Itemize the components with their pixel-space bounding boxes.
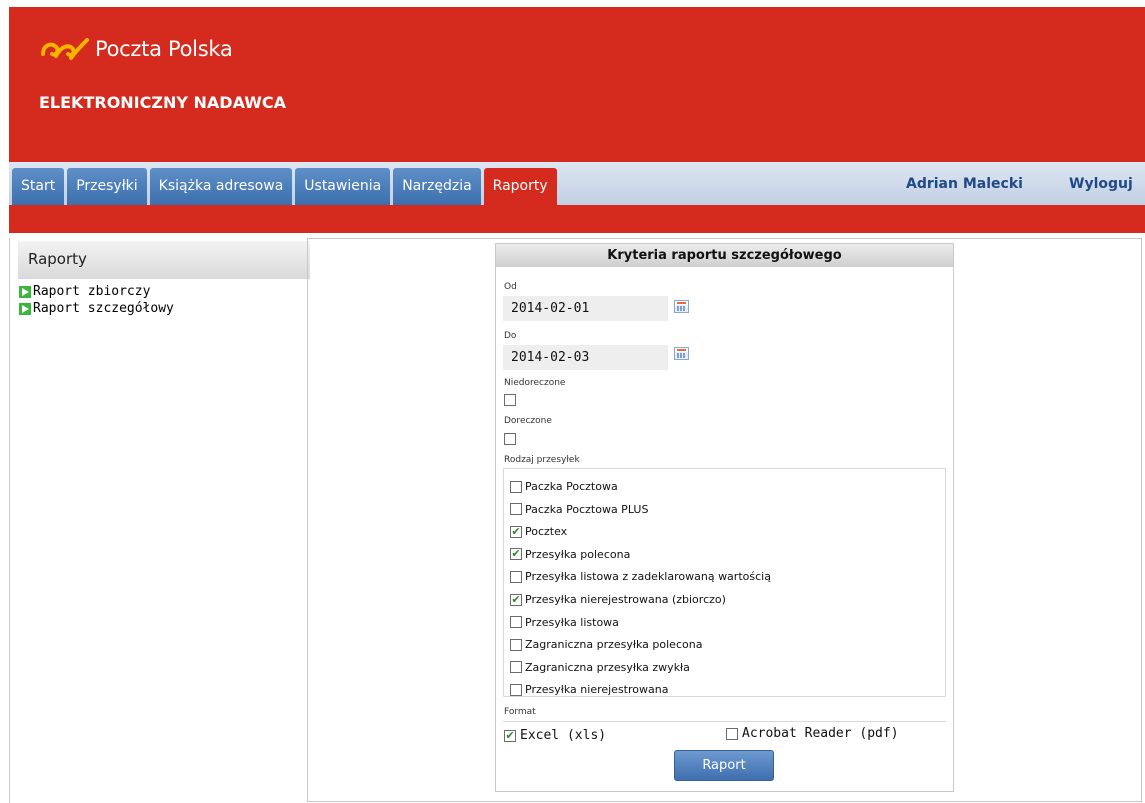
shipment-type-checkbox[interactable]	[510, 480, 522, 493]
green-arrow-icon	[19, 302, 31, 315]
calendar-icon[interactable]	[674, 300, 689, 313]
shipment-type-label: Paczka Pocztowa	[525, 480, 618, 493]
shipment-type-checkbox[interactable]	[510, 503, 522, 516]
undelivered-checkbox[interactable]	[504, 394, 516, 406]
report-criteria-form: Kryteria raportu szczegółowego Od 2014-0…	[495, 243, 954, 792]
shipment-type-checkbox[interactable]: ✔	[510, 548, 522, 561]
tab-ustawienia[interactable]: Ustawienia	[295, 168, 391, 205]
post-horn-logo-icon	[41, 38, 89, 60]
tab-książka-adresowa[interactable]: Książka adresowa	[149, 168, 293, 205]
shipment-type-checkbox[interactable]	[510, 661, 522, 674]
format-divider	[503, 721, 946, 722]
shipment-type-label: Zagraniczna przesyłka zwykła	[525, 660, 690, 674]
shipment-type-checkbox[interactable]	[510, 683, 522, 696]
sidebar-item-raport-zbiorczy[interactable]: Raport zbiorczy	[19, 284, 150, 299]
shipment-type-option[interactable]: Przesyłka nierejestrowana	[510, 683, 668, 696]
sidebar-item-raport-szczegolowy[interactable]: Raport szczegółowy	[19, 301, 174, 316]
format-excel-checkbox[interactable]: ✔	[504, 729, 516, 742]
date-from-input[interactable]: 2014-02-01	[503, 296, 668, 321]
generate-report-button[interactable]: Raport	[674, 750, 774, 781]
shipment-type-label: Przesyłka nierejestrowana (zbiorczo)	[525, 593, 726, 606]
shipment-type-option[interactable]: ✔ Przesyłka polecona	[510, 548, 630, 561]
form-title: Kryteria raportu szczegółowego	[496, 244, 953, 267]
shipment-type-option[interactable]: Paczka Pocztowa	[510, 480, 618, 493]
shipment-type-checkbox[interactable]: ✔	[510, 593, 522, 606]
to-label: Do	[504, 331, 517, 341]
shipment-type-checkbox[interactable]	[510, 638, 522, 651]
shipment-type-label: Przesyłka listowa z zadeklarowaną wartoś…	[525, 570, 771, 584]
format-pdf-label: Acrobat Reader (pdf)	[742, 726, 899, 741]
format-excel-option[interactable]: ✔ Excel (xls)	[504, 728, 606, 743]
sidebar-title: Raporty	[28, 250, 87, 268]
brand-name: Poczta Polska	[95, 37, 233, 61]
shipment-type-label: Pocztex	[525, 525, 568, 539]
shipment-type-option[interactable]: Przesyłka listowa	[510, 616, 619, 629]
tab-narzędzia[interactable]: Narzędzia	[393, 168, 481, 205]
format-label: Format	[504, 707, 536, 717]
format-pdf-option[interactable]: Acrobat Reader (pdf)	[726, 726, 899, 741]
from-label: Od	[504, 282, 517, 292]
sidebar: Raporty Raport zbiorczy Raport szczegóło…	[9, 238, 310, 803]
shipment-type-checkbox[interactable]	[510, 616, 522, 629]
delivered-checkbox[interactable]	[504, 433, 516, 445]
main-navigation: Start Przesyłki Książka adresowa Ustawienia…	[9, 162, 1145, 205]
main-content: Kryteria raportu szczegółowego Od 2014-0…	[307, 238, 1142, 802]
shipment-type-label: Zagraniczna przesyłka polecona	[525, 638, 703, 652]
shipment-type-option[interactable]: Przesyłka listowa z zadeklarowaną wartoś…	[510, 570, 771, 583]
shipment-type-checkbox[interactable]: ✔	[510, 525, 522, 538]
green-arrow-icon	[19, 285, 31, 298]
shipment-type-option[interactable]: Zagraniczna przesyłka zwykła	[510, 661, 690, 674]
shipment-type-label: Przesyłka polecona	[525, 547, 631, 561]
tab-start[interactable]: Start	[12, 168, 65, 205]
date-to-input[interactable]: 2014-02-03	[503, 345, 668, 370]
sidebar-item-label: Raport zbiorczy	[33, 284, 151, 299]
format-pdf-checkbox[interactable]	[726, 727, 738, 740]
shipment-type-option[interactable]: ✔ Pocztex	[510, 525, 567, 538]
delivered-label: Doreczone	[504, 416, 552, 426]
shipment-type-option[interactable]: Paczka Pocztowa PLUS	[510, 503, 648, 516]
logout-link[interactable]: Wyloguj	[1069, 176, 1133, 192]
tab-przesyłki[interactable]: Przesyłki	[67, 168, 147, 205]
format-excel-label: Excel (xls)	[520, 728, 607, 743]
nav-tabs: Start Przesyłki Książka adresowa Ustawienia…	[12, 168, 560, 205]
app-title: ELEKTRONICZNY NADAWCA	[39, 93, 287, 112]
sidebar-header: Raporty	[18, 241, 310, 279]
poczta-polska-logo[interactable]: Poczta Polska	[39, 32, 233, 66]
shipment-type-label: Przesyłka listowa	[525, 615, 619, 629]
header-divider-bar	[9, 205, 1145, 233]
shipment-types-label: Rodzaj przesyłek	[504, 455, 580, 465]
user-name-link[interactable]: Adrian Malecki	[906, 176, 1023, 192]
calendar-icon[interactable]	[674, 347, 689, 360]
shipment-type-label: Paczka Pocztowa PLUS	[525, 502, 649, 516]
app-header: Poczta Polska ELEKTRONICZNY NADAWCA	[9, 7, 1145, 162]
shipment-type-option[interactable]: Zagraniczna przesyłka polecona	[510, 638, 702, 651]
shipment-type-label: Przesyłka nierejestrowana	[525, 683, 669, 697]
shipment-type-option[interactable]: ✔ Przesyłka nierejestrowana (zbiorczo)	[510, 593, 726, 606]
sidebar-item-label: Raport szczegółowy	[33, 301, 174, 316]
tab-raporty[interactable]: Raporty	[483, 168, 557, 205]
undelivered-label: Niedoreczone	[504, 378, 566, 388]
shipment-type-checkbox[interactable]	[510, 570, 522, 583]
